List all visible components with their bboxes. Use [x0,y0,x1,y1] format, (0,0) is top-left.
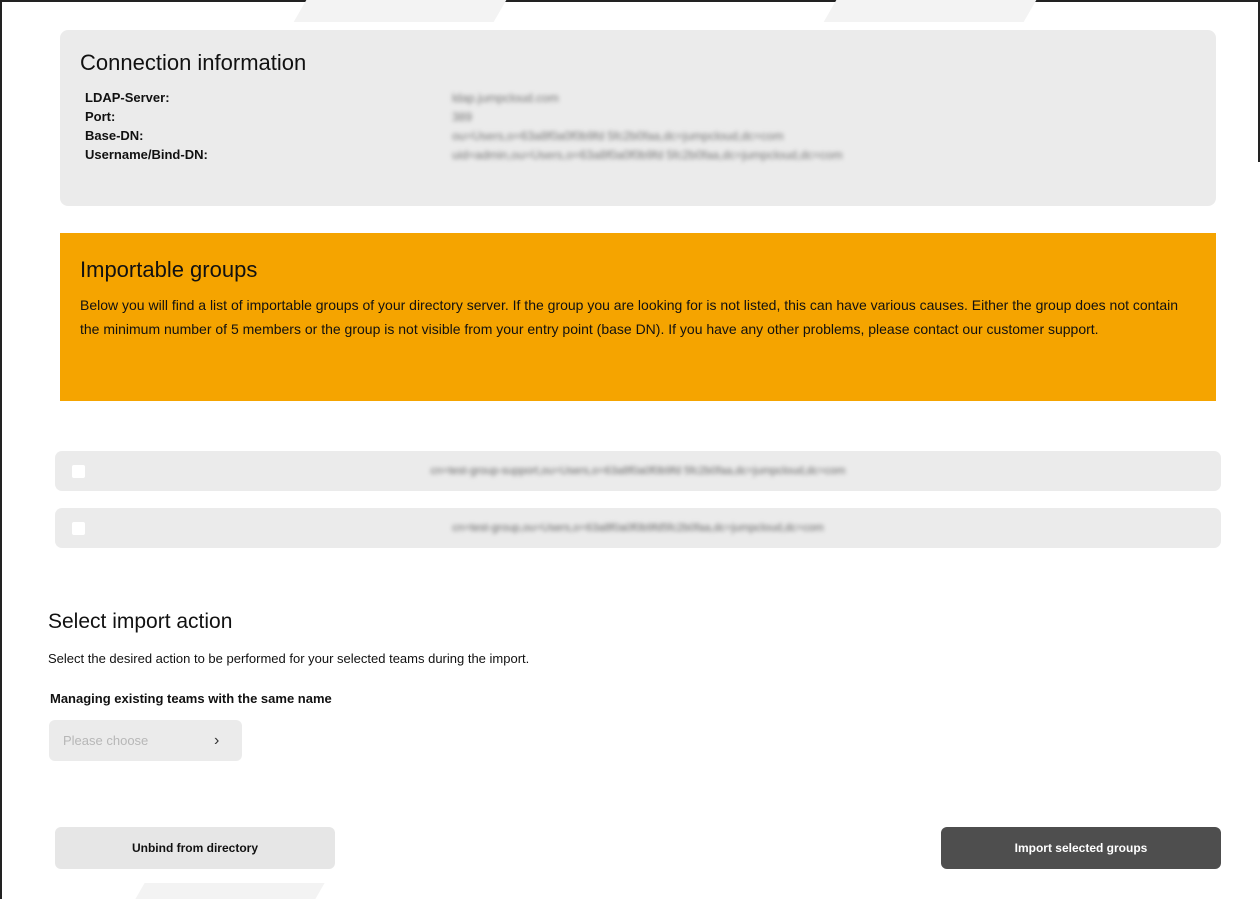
bind-dn-value: uid=admin,ou=Users,o=63a8f0a0f0b9fd 5fc2… [452,147,843,162]
group-list-item[interactable]: cn=test-group,ou=Users,o=63a8f0a0f0b9fd5… [55,508,1221,548]
notice-text: Below you will find a list of importable… [80,297,1179,337]
ldap-server-value: ldap.jumpcloud.com [452,90,559,105]
connection-row-base-dn: Base-DN: ou=Users,o=63a8f0a0f0b9fd 5fc2b… [80,126,1196,145]
connection-row-ldap-server: LDAP-Server: ldap.jumpcloud.com [80,88,1196,107]
existing-teams-select[interactable]: Please choose › [49,720,242,761]
group-name: cn=test-group-support,ou=Users,o=63a8f0a… [430,465,846,477]
base-dn-value: ou=Users,o=63a8f0a0f0b9fd 5fc2b0faa,dc=j… [452,128,784,143]
base-dn-label: Base-DN: [85,128,144,143]
group-list-item[interactable]: cn=test-group-support,ou=Users,o=63a8f0a… [55,451,1221,491]
connection-row-port: Port: 389 [80,107,1196,126]
import-action-title: Select import action [48,610,233,633]
bind-dn-label: Username/Bind-DN: [85,147,208,162]
port-value: 389 [452,109,473,124]
port-label: Port: [85,109,116,124]
connection-information-panel: Connection information LDAP-Server: ldap… [60,30,1216,206]
notice-title: Importable groups [80,257,258,282]
chevron-right-icon: › [214,731,220,749]
managing-existing-teams-label: Managing existing teams with the same na… [50,691,332,706]
importable-groups-notice: Importable groups Below you will find a … [60,233,1216,401]
import-selected-groups-button[interactable]: Import selected groups [941,827,1221,869]
select-placeholder: Please choose [63,733,149,748]
connection-row-bind-dn: Username/Bind-DN: uid=admin,ou=Users,o=6… [80,145,1196,164]
group-name: cn=test-group,ou=Users,o=63a8f0a0f0b9fd5… [452,522,824,534]
import-action-description: Select the desired action to be performe… [48,651,530,666]
connection-title: Connection information [80,50,307,75]
ldap-server-label: LDAP-Server: [85,90,170,105]
unbind-from-directory-button[interactable]: Unbind from directory [55,827,335,869]
